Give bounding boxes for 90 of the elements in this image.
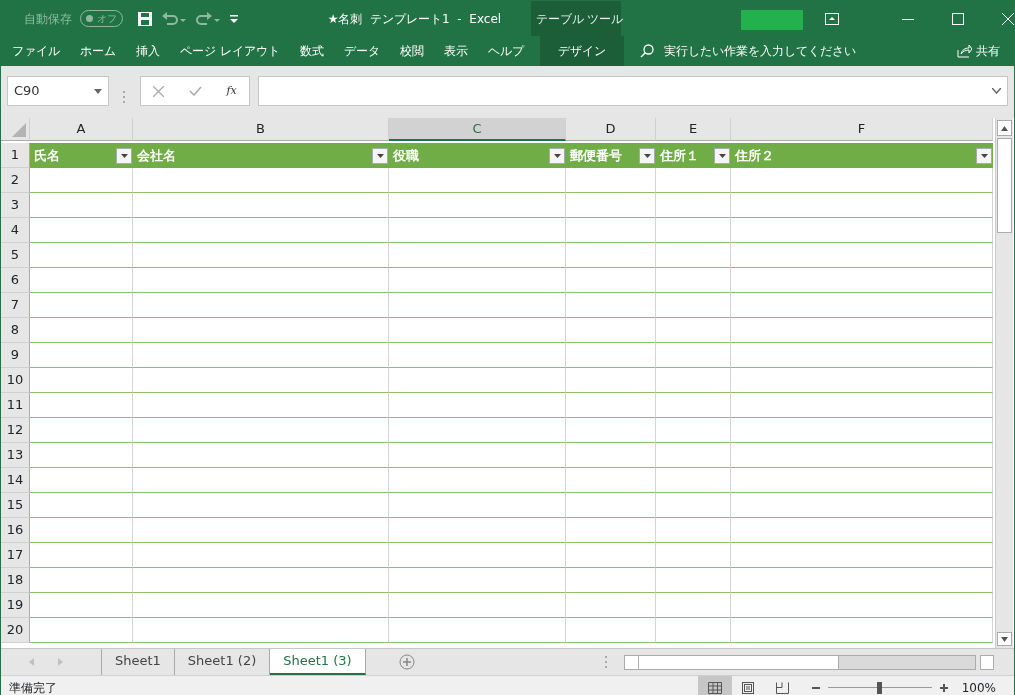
row-header[interactable]: 17 bbox=[1, 543, 30, 568]
context-label: テーブル ツール bbox=[530, 1, 621, 36]
close-icon[interactable] bbox=[1002, 12, 1014, 25]
ribbon-tab[interactable]: データ bbox=[333, 36, 390, 66]
maximize-icon[interactable] bbox=[952, 12, 964, 25]
tell-me-field[interactable]: 実行したい作業を入力してください bbox=[639, 41, 872, 61]
row-header[interactable]: 19 bbox=[1, 593, 30, 618]
table-header-cell-text: 住所１ bbox=[660, 147, 699, 165]
name-box[interactable]: C90 bbox=[7, 76, 109, 106]
table-header-cell-text: 氏名 bbox=[34, 147, 60, 165]
zoom-in-icon[interactable] bbox=[939, 683, 948, 692]
row-header[interactable]: 12 bbox=[1, 418, 30, 443]
column-header[interactable]: E bbox=[656, 118, 731, 141]
column-header[interactable]: C bbox=[389, 118, 566, 141]
status-text: 準備完了 bbox=[8, 679, 57, 695]
row-header[interactable]: 4 bbox=[1, 218, 30, 243]
column-header[interactable]: B bbox=[133, 118, 389, 141]
row-header[interactable]: 18 bbox=[1, 568, 30, 593]
row-header[interactable]: 15 bbox=[1, 493, 30, 518]
caret-icon bbox=[980, 153, 988, 158]
row-header[interactable]: 5 bbox=[1, 243, 30, 268]
column-header[interactable]: A bbox=[30, 118, 133, 141]
row-header[interactable]: 16 bbox=[1, 518, 30, 543]
filter-button[interactable] bbox=[549, 147, 565, 164]
column-header[interactable]: F bbox=[731, 118, 993, 141]
grip-icon bbox=[604, 656, 608, 668]
page-break-icon bbox=[775, 681, 790, 694]
table-header-cell-text: 会社名 bbox=[137, 147, 176, 165]
caret-icon bbox=[718, 153, 726, 158]
sheet-tab[interactable]: Sheet1 (3) bbox=[270, 649, 366, 675]
ribbon-tab[interactable]: 挿入 bbox=[126, 36, 170, 66]
ribbon-tab[interactable]: ヘルプ bbox=[477, 36, 534, 66]
row-header[interactable]: 3 bbox=[1, 193, 30, 218]
row-header[interactable]: 7 bbox=[1, 293, 30, 318]
scroll-up-icon[interactable] bbox=[1001, 125, 1008, 131]
row-header[interactable]: 10 bbox=[1, 368, 30, 393]
row-header[interactable]: 8 bbox=[1, 318, 30, 343]
row-header[interactable]: 11 bbox=[1, 393, 30, 418]
ribbon-display-icon[interactable] bbox=[825, 12, 840, 25]
window-title: ★名刺 テンプレート1 - Excel bbox=[327, 10, 503, 28]
row-header[interactable]: 6 bbox=[1, 268, 30, 293]
ribbon-tab[interactable]: 数式 bbox=[289, 36, 334, 66]
table-header-cell-text: 郵便番号 bbox=[570, 147, 622, 165]
page-icon bbox=[741, 681, 756, 694]
customize-menu-icon[interactable] bbox=[229, 13, 239, 24]
ribbon-tab[interactable]: ページ レイアウト bbox=[170, 36, 290, 66]
scroll-thumb[interactable] bbox=[997, 138, 1012, 233]
row-header[interactable]: 20 bbox=[1, 618, 30, 643]
redo-icon[interactable] bbox=[195, 10, 221, 27]
row-header[interactable]: 1 bbox=[1, 143, 30, 168]
caret-icon bbox=[553, 153, 561, 158]
horizontal-scrollbar[interactable] bbox=[623, 654, 976, 670]
row-header[interactable]: 2 bbox=[1, 168, 30, 193]
scroll-down-icon[interactable] bbox=[1001, 636, 1008, 642]
filter-button[interactable] bbox=[714, 147, 730, 164]
filter-button[interactable] bbox=[639, 147, 655, 164]
search-icon bbox=[639, 44, 654, 58]
filter-button[interactable] bbox=[372, 147, 388, 164]
filter-button[interactable] bbox=[116, 147, 132, 164]
autosave-label: 自動保存 bbox=[24, 10, 72, 28]
caret-icon bbox=[643, 153, 651, 158]
redaction-block bbox=[740, 9, 804, 30]
share-icon bbox=[957, 44, 972, 58]
row-header[interactable]: 13 bbox=[1, 443, 30, 468]
dropdown-icon bbox=[94, 88, 102, 94]
ribbon-tab[interactable]: デザイン bbox=[539, 36, 624, 66]
caret-icon bbox=[120, 153, 128, 158]
row-header[interactable]: 9 bbox=[1, 343, 30, 368]
ribbon-tab[interactable]: ホーム bbox=[70, 36, 126, 66]
ribbon-tab[interactable]: 校閲 bbox=[389, 36, 434, 66]
filter-button[interactable] bbox=[976, 147, 992, 164]
zoom-level: 100% bbox=[961, 679, 996, 695]
vertical-scrollbar[interactable] bbox=[995, 118, 1013, 648]
save-icon[interactable] bbox=[137, 10, 153, 27]
table-header-cell-text: 役職 bbox=[393, 147, 419, 165]
ribbon-tab[interactable]: ファイル bbox=[1, 36, 70, 66]
share-button[interactable]: 共有 bbox=[951, 41, 1006, 61]
undo-icon[interactable] bbox=[161, 10, 187, 27]
table-header-cell-text: 住所２ bbox=[735, 147, 774, 165]
expand-icon[interactable] bbox=[992, 88, 1001, 94]
ribbon-tab[interactable]: 表示 bbox=[433, 36, 478, 66]
normal-view-button[interactable] bbox=[697, 675, 732, 695]
insert-function-button[interactable]: fx bbox=[226, 82, 237, 100]
formula-field[interactable] bbox=[258, 76, 1008, 106]
corner-triangle-icon bbox=[12, 123, 26, 137]
grip-icon bbox=[123, 91, 126, 103]
column-header[interactable]: D bbox=[566, 118, 656, 141]
caret-icon bbox=[376, 153, 384, 158]
grid-icon bbox=[707, 681, 722, 694]
row-header[interactable]: 14 bbox=[1, 468, 30, 493]
